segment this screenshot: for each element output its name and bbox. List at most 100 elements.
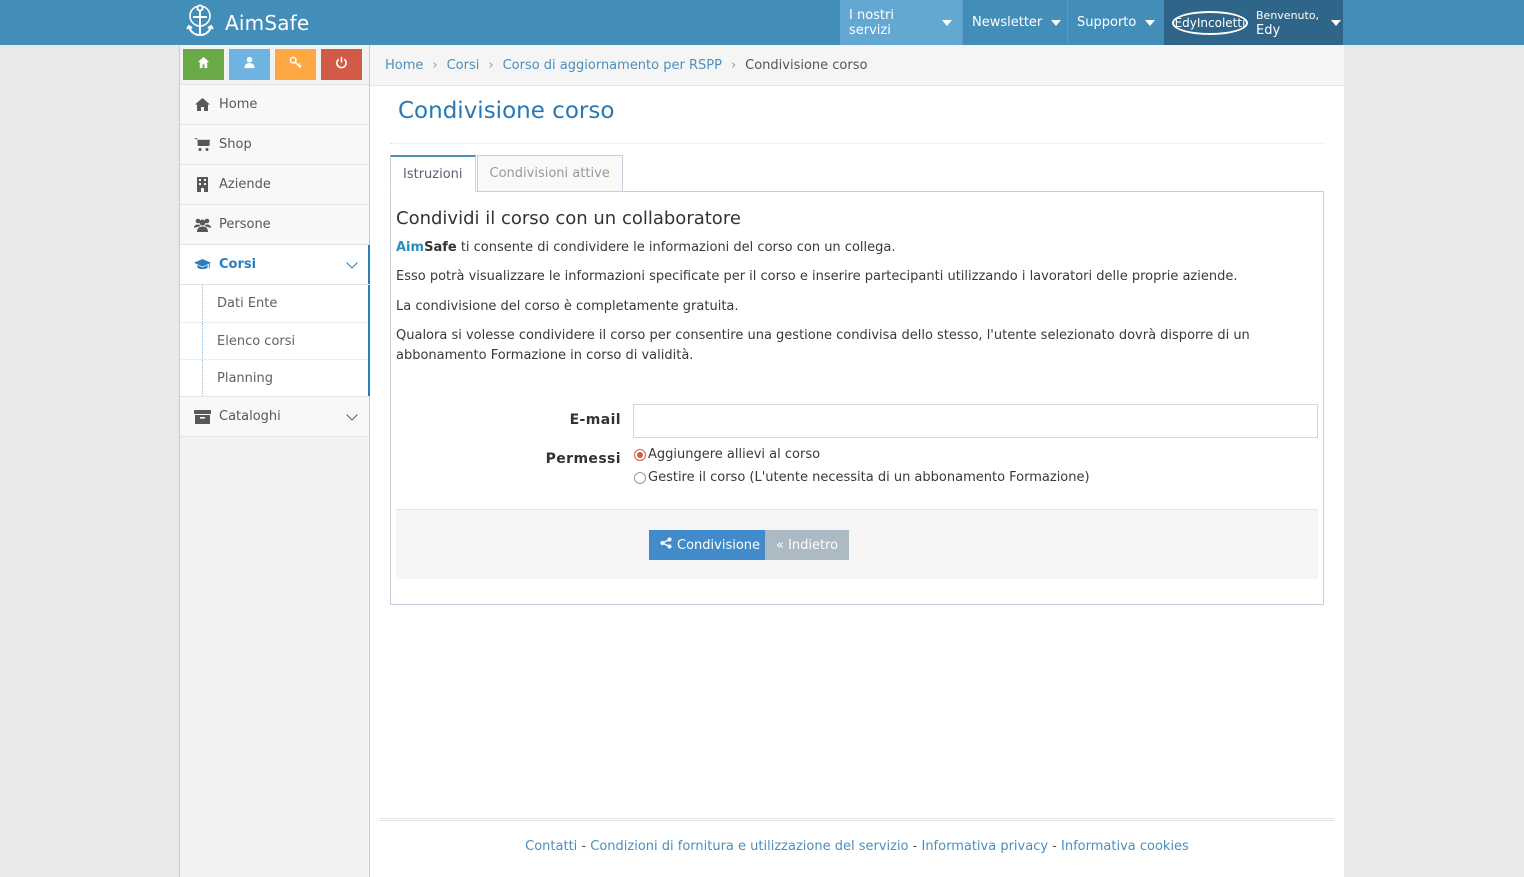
home-icon	[197, 56, 210, 73]
user-welcome: Benvenuto, Edy	[1256, 8, 1319, 38]
chevron-right-icon: ›	[730, 57, 737, 73]
sidebar-item-label: Cataloghi	[219, 409, 281, 424]
section-heading: Condividi il corso con un collaboratore	[396, 208, 741, 229]
caret-down-icon	[1051, 19, 1062, 26]
breadcrumb-course-link[interactable]: Corso di aggiornamento per RSPP	[503, 58, 722, 73]
radio-label: Aggiungere allievi al corso	[648, 447, 821, 462]
nav-support-dropdown[interactable]: Supporto	[1067, 0, 1164, 45]
sidebar-subitem-elenco-corsi[interactable]: Elenco corsi	[180, 322, 369, 359]
nav-services-dropdown[interactable]: I nostri servizi	[840, 0, 962, 45]
tab-content: Condividi il corso con un collaboratore …	[390, 191, 1324, 605]
shortcut-logout-button[interactable]	[321, 49, 362, 80]
key-icon	[289, 56, 302, 73]
chevron-right-icon: ›	[432, 57, 438, 73]
footer-separator: -	[577, 839, 591, 854]
shortcut-key-button[interactable]	[275, 49, 316, 80]
brand-aim-text: Aim	[396, 240, 425, 255]
email-label: E-mail	[569, 412, 621, 428]
chevron-down-icon	[346, 409, 358, 421]
shortcut-user-button[interactable]	[229, 49, 270, 80]
intro-text: ti consente di condividere le informazio…	[456, 240, 896, 255]
sidebar: Home Shop Aziende Persone Corsi Dati Ent…	[179, 45, 370, 877]
main-content: Home › Corsi › Corso di aggiornamento pe…	[370, 45, 1344, 877]
sidebar-item-label: Corsi	[219, 257, 257, 272]
sidebar-shortcuts	[180, 45, 369, 85]
tab-condivisioni-attive[interactable]: Condivisioni attive	[476, 155, 623, 192]
share-button-label: Condivisione	[677, 537, 761, 553]
power-icon	[335, 56, 348, 73]
building-icon	[193, 177, 211, 193]
page-title: Condivisione corso	[398, 98, 615, 124]
free-paragraph: La condivisione del corso è completament…	[396, 299, 739, 314]
permission-manage-course-option[interactable]: Gestire il corso (L'utente necessita di …	[634, 470, 1090, 485]
radio-manage-course[interactable]	[634, 471, 646, 484]
form-actions: Condivisione « Indietro	[396, 509, 1318, 579]
sidebar-item-persone[interactable]: Persone	[180, 205, 369, 245]
sidebar-item-label: Aziende	[219, 177, 271, 192]
sidebar-item-corsi[interactable]: Corsi	[180, 245, 370, 285]
nav-support-label: Supporto	[1077, 15, 1137, 30]
info-paragraph: Esso potrà visualizzare le informazioni …	[396, 269, 1238, 284]
nav-newsletter-label: Newsletter	[972, 15, 1043, 30]
archive-icon	[193, 409, 211, 425]
graduation-cap-icon	[193, 257, 211, 273]
user-icon	[243, 56, 256, 73]
app-name: AimSafe	[225, 10, 310, 35]
footer-link-contatti[interactable]: Contatti	[525, 839, 577, 854]
sidebar-item-aziende[interactable]: Aziende	[180, 165, 369, 205]
sidebar-item-home[interactable]: Home	[180, 85, 369, 125]
welcome-text: Benvenuto,	[1256, 8, 1320, 22]
avatar: EdyIncoletti	[1172, 10, 1248, 35]
footer-link-conditions[interactable]: Condizioni di fornitura e utilizzazione …	[590, 839, 908, 854]
permission-add-students-option[interactable]: Aggiungere allievi al corso	[634, 447, 820, 462]
share-icon	[660, 537, 677, 553]
subscription-paragraph: Qualora si volesse condividere il corso …	[396, 328, 1250, 363]
footer-links: Contatti - Condizioni di fornitura e uti…	[370, 839, 1344, 854]
sidebar-subitem-label: Elenco corsi	[217, 333, 296, 349]
sidebar-subitem-planning[interactable]: Planning	[180, 359, 369, 396]
radio-add-students[interactable]	[634, 448, 646, 461]
back-button[interactable]: « Indietro	[765, 530, 850, 560]
sidebar-item-label: Home	[219, 97, 258, 112]
sidebar-subitem-label: Dati Ente	[217, 296, 278, 311]
users-icon	[193, 217, 211, 233]
breadcrumb-corsi-link[interactable]: Corsi	[447, 58, 480, 73]
share-button[interactable]: Condivisione	[649, 530, 772, 560]
sidebar-subitem-dati-ente[interactable]: Dati Ente	[180, 285, 369, 322]
intro-paragraph: AimSafe ti consente di condividere le in…	[396, 238, 1306, 258]
tab-istruzioni[interactable]: Istruzioni	[390, 155, 476, 192]
sidebar-item-label: Shop	[219, 137, 252, 152]
user-menu[interactable]: EdyIncoletti Benvenuto, Edy	[1164, 0, 1343, 45]
footer-divider	[380, 818, 1334, 821]
sidebar-item-label: Persone	[219, 217, 271, 232]
email-field[interactable]	[633, 404, 1318, 438]
footer-separator: -	[908, 839, 922, 854]
footer-link-privacy[interactable]: Informativa privacy	[921, 839, 1048, 854]
breadcrumb-home-link[interactable]: Home	[385, 58, 423, 73]
page-header: Condivisione corso	[390, 98, 1324, 144]
sidebar-item-cataloghi[interactable]: Cataloghi	[180, 397, 369, 437]
tabs: Istruzioni Condivisioni attive	[390, 155, 624, 192]
brand-safe-text: Safe	[424, 240, 457, 255]
corsi-submenu: Dati Ente Elenco corsi Planning	[180, 285, 370, 397]
anchor-icon	[182, 2, 218, 44]
nav-newsletter-dropdown[interactable]: Newsletter	[962, 0, 1067, 45]
navbar-right: I nostri servizi Newsletter Supporto Edy…	[840, 0, 1343, 45]
user-name: Edy	[1256, 22, 1281, 38]
brand-logo[interactable]: AimSafe	[182, 0, 309, 45]
chevron-right-icon: ›	[488, 57, 494, 73]
sidebar-subitem-label: Planning	[217, 370, 273, 386]
nav-services-label: I nostri servizi	[849, 7, 894, 38]
caret-down-icon	[1145, 19, 1156, 26]
sidebar-item-shop[interactable]: Shop	[180, 125, 369, 165]
top-navbar: AimSafe I nostri servizi Newsletter Supp…	[0, 0, 1524, 45]
caret-down-icon	[942, 19, 952, 26]
breadcrumb-current: Condivisione corso	[745, 57, 868, 73]
home-icon	[193, 97, 211, 113]
breadcrumb: Home › Corsi › Corso di aggiornamento pe…	[370, 45, 1344, 86]
permissions-label: Permessi	[545, 451, 621, 467]
shortcut-home-button[interactable]	[183, 49, 224, 80]
footer-separator: -	[1048, 839, 1062, 854]
footer-link-cookies[interactable]: Informativa cookies	[1061, 839, 1189, 854]
caret-down-icon	[1331, 19, 1342, 26]
